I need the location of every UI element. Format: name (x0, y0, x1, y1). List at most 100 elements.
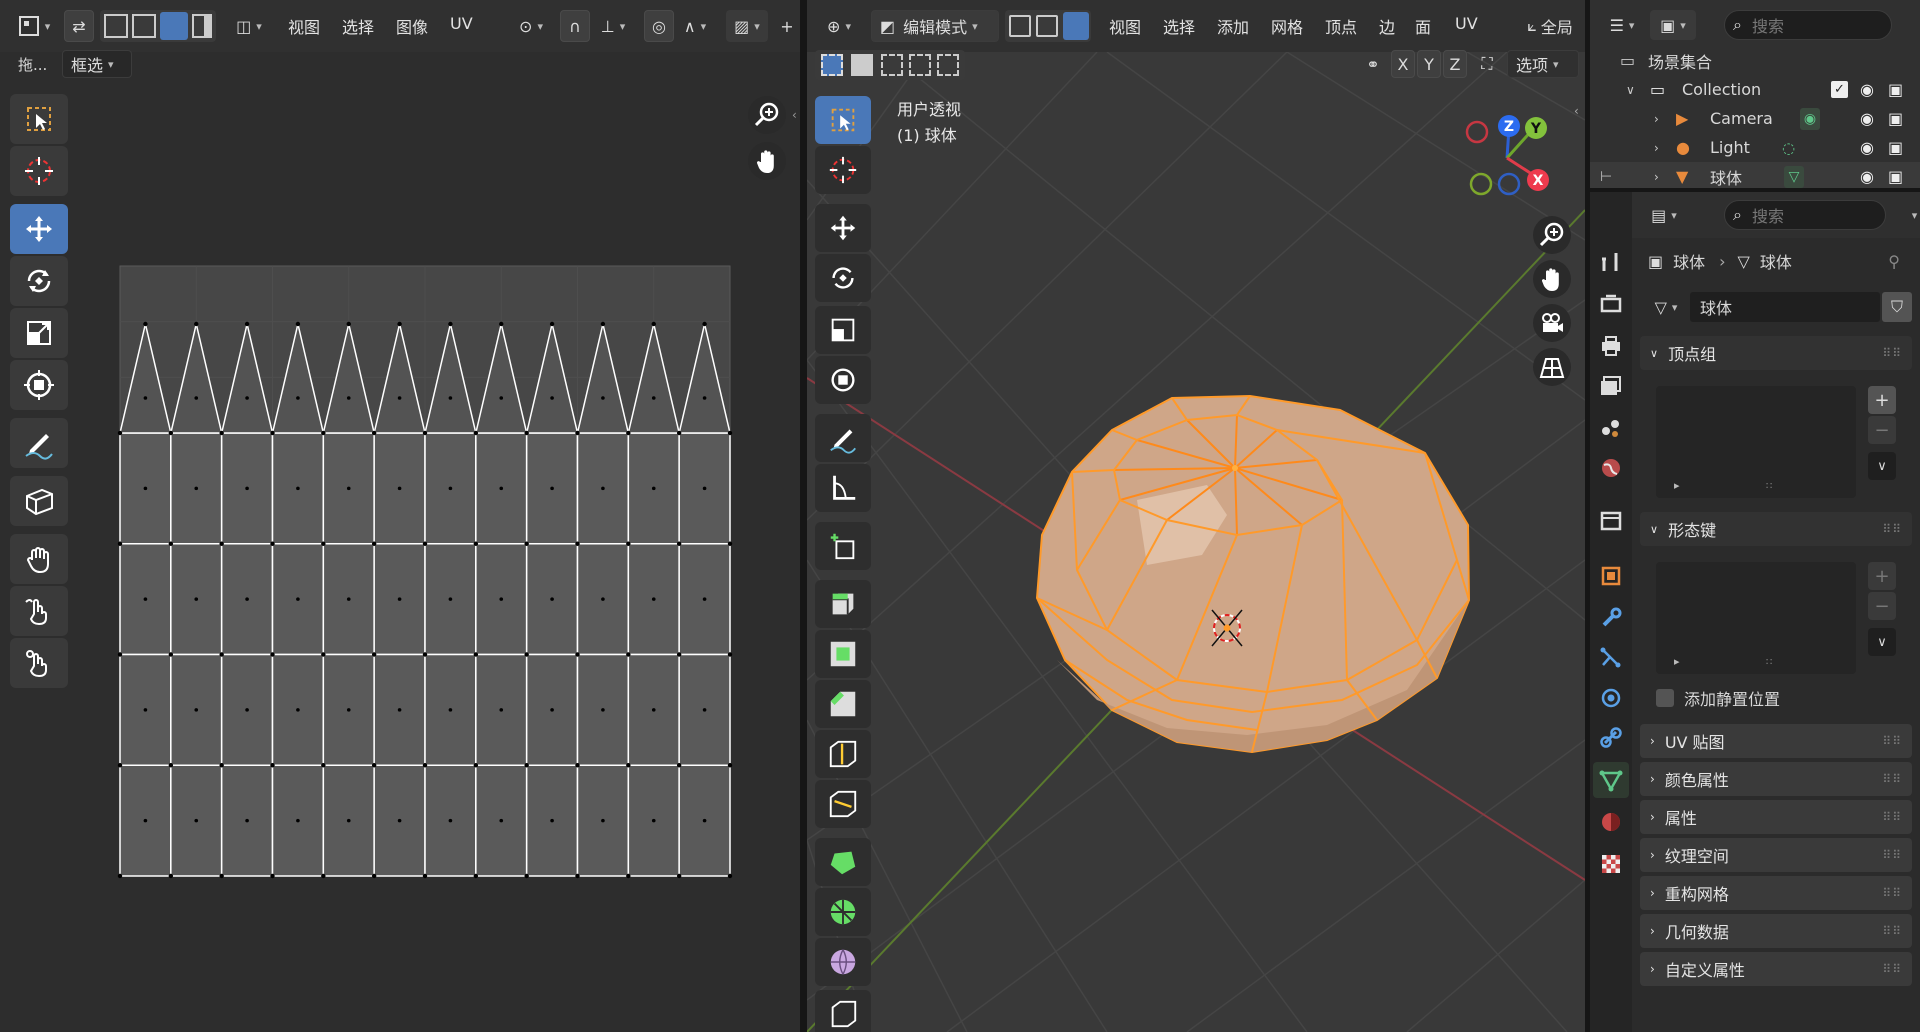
tab-material[interactable] (1593, 804, 1629, 840)
remove-shape-key-button[interactable]: − (1868, 592, 1896, 620)
chevron-right-icon[interactable]: › (1654, 141, 1659, 155)
drag-grip-icon[interactable]: ⠿⠿ (1882, 886, 1902, 900)
vp-menu-select[interactable]: 选择 (1163, 14, 1195, 38)
tab-mesh-data[interactable] (1593, 762, 1629, 798)
tab-scene[interactable] (1593, 410, 1629, 446)
vp-menu-add[interactable]: 添加 (1217, 14, 1249, 38)
vp-perspective-button[interactable] (1533, 348, 1571, 386)
shape-key-specials-button[interactable]: ∨ (1868, 628, 1896, 656)
panel-geometry-data[interactable]: › 几何数据 ⠿⠿ (1640, 914, 1912, 948)
tab-constraints[interactable] (1593, 720, 1629, 756)
select-new-icon[interactable] (821, 54, 843, 76)
vp-tool-bevel[interactable] (815, 680, 871, 728)
vp-zoom-button[interactable] (1533, 216, 1571, 254)
mesh-browse-dropdown[interactable]: ▽ ▾ (1642, 292, 1690, 322)
select-extend-icon[interactable] (851, 54, 873, 76)
eye-icon[interactable]: ◉ (1860, 80, 1874, 99)
outliner-search-input[interactable]: ⌕ 搜索 (1724, 10, 1892, 40)
tab-particles[interactable] (1593, 640, 1629, 676)
render-camera-icon[interactable]: ▣ (1888, 80, 1903, 99)
vp-tool-spin[interactable] (815, 888, 871, 936)
list-expand-icon[interactable]: ▸ (1674, 655, 1680, 668)
panel-uv-maps[interactable]: › UV 贴图 ⠿⠿ (1640, 724, 1912, 758)
pin-icon[interactable]: ⚲ (1888, 252, 1900, 271)
transform-orientation-dropdown[interactable]: ⟀ 全局 (1515, 10, 1585, 42)
auto-merge-icon[interactable]: ⛶ (1473, 50, 1501, 78)
drag-grip-icon[interactable]: ⠿⠿ (1882, 924, 1902, 938)
vp-tool-shear[interactable] (815, 990, 871, 1032)
render-camera-icon[interactable]: ▣ (1888, 138, 1903, 157)
panel-color-attributes[interactable]: › 颜色属性 ⠿⠿ (1640, 762, 1912, 796)
vp-tool-poly-build[interactable] (815, 838, 871, 886)
panel-remesh[interactable]: › 重构网格 ⠿⠿ (1640, 876, 1912, 910)
neg-x-axis-icon[interactable] (1465, 120, 1489, 144)
options-dropdown[interactable]: 选项 ▾ (1507, 50, 1579, 78)
tab-physics[interactable] (1593, 680, 1629, 716)
fake-user-button[interactable]: ⛉ (1882, 292, 1912, 322)
neg-z-axis-icon[interactable] (1497, 172, 1521, 196)
edge-select-icon[interactable] (1036, 15, 1058, 37)
render-camera-icon[interactable]: ▣ (1888, 167, 1903, 186)
vp-tool-rotate[interactable] (815, 254, 871, 302)
display-mode-dropdown[interactable]: ▣ ▾ (1650, 10, 1696, 40)
panel-vertex-groups[interactable]: ∨ 顶点组 ⠿⠿ (1640, 336, 1912, 370)
vp-tool-extrude[interactable] (815, 580, 871, 628)
mesh-name-field[interactable]: 球体 (1690, 292, 1880, 322)
properties-editor-type[interactable]: ▤ ▾ (1642, 200, 1686, 230)
list-expand-icon[interactable]: ▸ (1674, 479, 1680, 492)
eye-icon[interactable]: ◉ (1860, 138, 1874, 157)
panel-shape-keys[interactable]: ∨ 形态键 ⠿⠿ (1640, 512, 1912, 546)
vp-camera-button[interactable] (1533, 304, 1571, 342)
checkbox-icon[interactable]: ✓ (1831, 81, 1848, 98)
render-camera-icon[interactable]: ▣ (1888, 109, 1903, 128)
chevron-down-icon[interactable]: ∨ (1626, 83, 1635, 97)
mesh-data-icon[interactable]: ▽ (1784, 165, 1804, 188)
vertex-group-specials-button[interactable]: ∨ (1868, 452, 1896, 480)
uv-canvas[interactable] (0, 0, 800, 1032)
vp-menu-vertex[interactable]: 顶点 (1325, 14, 1357, 38)
drag-grip-icon[interactable]: ⠿⠿ (1882, 522, 1902, 536)
add-rest-position-checkbox[interactable]: 添加静置位置 (1656, 686, 1780, 710)
drag-grip-icon[interactable]: ⠿⠿ (1882, 810, 1902, 824)
outliner-row-light[interactable]: › ● Light ◌ ◉ ▣ (1590, 133, 1920, 162)
tab-render[interactable] (1593, 286, 1629, 322)
vp-tool-measure[interactable] (815, 464, 871, 512)
shape-keys-list[interactable]: ▸ ∷ (1656, 562, 1856, 674)
mirror-y-toggle[interactable]: Y (1417, 50, 1441, 78)
vp-menu-uv[interactable]: UV (1455, 14, 1478, 33)
chevron-right-icon[interactable]: › (1654, 112, 1659, 126)
outliner-editor-type[interactable]: ☰ ▾ (1600, 10, 1644, 40)
outliner-row-collection[interactable]: ∨ ▭ Collection ✓ ◉ ▣ (1590, 75, 1920, 104)
select-subtract-icon[interactable] (881, 54, 903, 76)
list-resize-icon[interactable]: ∷ (1766, 657, 1772, 668)
add-shape-key-button[interactable]: + (1868, 562, 1896, 590)
vp-menu-edge[interactable]: 边 (1379, 14, 1395, 38)
panel-attributes[interactable]: › 属性 ⠿⠿ (1640, 800, 1912, 834)
editor-type-3d-button[interactable]: ⊕ ▾ (815, 10, 863, 42)
properties-editor[interactable]: ▤ ▾ ⌕ 搜索 ▾ ▣ 球体 › ▽ 球体 ⚲ ▽ ▾ 球体 ⛉ ∨ 顶点组 ⠿⠿ ▸ … (1590, 192, 1920, 1032)
outliner-row-sphere[interactable]: ⊢ › ▼ 球体 ▽ ◉ ▣ (1590, 162, 1920, 188)
select-invert-icon[interactable] (909, 54, 931, 76)
eye-icon[interactable]: ◉ (1860, 167, 1874, 186)
vertex-select-icon[interactable] (1009, 15, 1031, 37)
tab-output[interactable] (1593, 328, 1629, 364)
tab-object[interactable] (1593, 558, 1629, 594)
vp-menu-mesh[interactable]: 网格 (1271, 14, 1303, 38)
panel-custom-properties[interactable]: › 自定义属性 ⠿⠿ (1640, 952, 1912, 986)
outliner[interactable]: ☰ ▾ ▣ ▾ ⌕ 搜索 ▭ 场景集合 ∨ ▭ Collection ✓ ◉ ▣ › … (1590, 0, 1920, 188)
vp-tool-knife[interactable] (815, 780, 871, 828)
vertex-groups-list[interactable]: ▸ ∷ (1656, 386, 1856, 498)
camera-data-icon[interactable]: ◉ (1800, 107, 1820, 130)
3d-viewport[interactable]: ⊕ ▾ ◩ 编辑模式 ▾ 视图 选择 添加 网格 顶点 边 面 UV ⟀ 全局 ⚭ X … (807, 0, 1585, 1032)
tab-tool[interactable] (1593, 244, 1629, 280)
list-resize-icon[interactable]: ∷ (1766, 481, 1772, 492)
drag-grip-icon[interactable]: ⠿⠿ (1882, 346, 1902, 360)
select-intersect-icon[interactable] (937, 54, 959, 76)
axis-gizmo[interactable]: Z Y X (1447, 110, 1567, 200)
vp-tool-annotate[interactable] (815, 414, 871, 462)
tab-view-layer[interactable] (1593, 368, 1629, 404)
chevron-right-icon[interactable]: › (1654, 170, 1659, 184)
vp-pan-button[interactable] (1533, 260, 1571, 298)
uv-editor[interactable]: ▾ ⇄ ◫ ▾ 视图 选择 图像 UV ⊙ ▾ ∩ ⊥ ▾ ◎ ∧ ▾ ▨ ▾ + 拖..… (0, 0, 800, 1032)
outliner-row-camera[interactable]: › ▶ Camera ◉ ◉ ▣ (1590, 104, 1920, 133)
